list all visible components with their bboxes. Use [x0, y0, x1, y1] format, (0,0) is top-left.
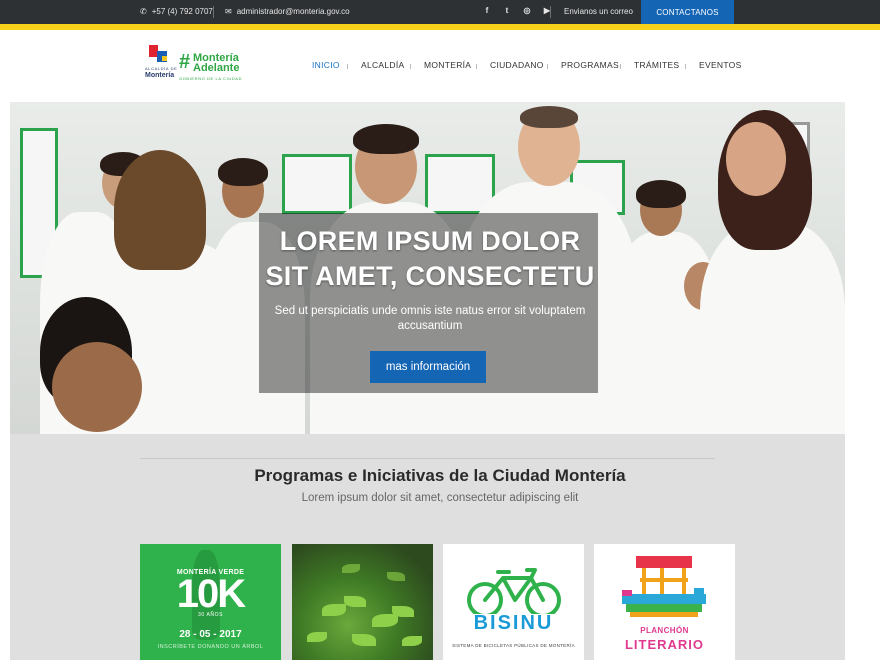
nav-divider	[410, 64, 411, 69]
logo-hashtag: #	[179, 51, 191, 73]
bisinu-title: BISINU	[473, 612, 554, 634]
accent-stripe	[0, 24, 880, 30]
sprout-icon	[322, 604, 346, 616]
program-card-planchon-literario[interactable]: PLANCHÓN LITERARIO	[594, 544, 735, 660]
nav-divider	[685, 64, 686, 69]
riverboat-icon	[622, 556, 706, 617]
alcaldia-emblem-icon	[149, 45, 171, 65]
nav-divider	[547, 64, 548, 69]
logo-gov: GOBIERNO DE LA CIUDAD	[179, 76, 243, 81]
planchon-line2: LITERARIO	[624, 637, 705, 652]
phone-number: +57 (4) 792 0707	[151, 7, 213, 16]
programs-subtitle: Lorem ipsum dolor sit amet, consectetur …	[301, 492, 579, 504]
contact-button[interactable]: CONTACTANOS	[641, 0, 734, 24]
planchon-line1: PLANCHÓN	[640, 626, 689, 635]
hero-subtitle: Sed ut perspiciatis unde omnis iste natu…	[274, 305, 586, 332]
nav-item-ciudadano[interactable]: CIUDADANO	[490, 60, 544, 70]
logo-line2: Adelante	[193, 62, 240, 74]
logo-small-text: ALCALDÍA DE	[145, 66, 178, 71]
nav-item-monteria[interactable]: MONTERÍA	[424, 60, 471, 70]
nav-item-alcaldia[interactable]: ALCALDÍA	[361, 60, 405, 70]
nav-item-tramites[interactable]: TRÁMITES	[634, 60, 679, 70]
section-divider	[140, 458, 715, 459]
top-bar: ✆ +57 (4) 792 0707 ✉ administrador@monte…	[0, 0, 880, 24]
card-footer: INSCRÍBETE DONANDO UN ÁRBOL	[157, 644, 264, 650]
mail-icon: ✉	[225, 7, 232, 16]
social-links: f t ◎ ▶	[482, 6, 552, 15]
send-email-label: Envianos un correo	[564, 7, 633, 16]
nav-divider	[620, 64, 621, 69]
hero-title: LOREM IPSUM DOLOR SIT AMET, CONSECTETU	[250, 224, 610, 294]
hero-title-line1: LOREM IPSUM DOLOR	[279, 226, 581, 256]
phone-icon: ✆	[140, 7, 147, 16]
divider	[213, 6, 214, 18]
card-big-text: 10K	[176, 572, 246, 616]
nav-divider	[347, 64, 348, 69]
nav-item-programas[interactable]: PROGRAMAS	[561, 60, 619, 70]
program-card-sprouts[interactable]	[292, 544, 433, 660]
programs-title: Programas e Iniciativas de la Ciudad Mon…	[254, 466, 626, 485]
program-card-bisinu[interactable]: BISINU SISTEMA DE BICICLETAS PÚBLICAS DE…	[443, 544, 584, 660]
card-sub: 30 AÑOS	[197, 612, 224, 618]
divider	[550, 6, 551, 18]
bisinu-desc: SISTEMA DE BICICLETAS PÚBLICAS DE MONTER…	[452, 643, 575, 648]
instagram-icon[interactable]: ◎	[522, 6, 532, 15]
card-date: 28 - 05 - 2017	[179, 629, 242, 640]
hero-title-line2: SIT AMET, CONSECTETU	[265, 261, 595, 291]
right-margin	[845, 102, 880, 660]
phone-info[interactable]: ✆ +57 (4) 792 0707	[140, 7, 213, 16]
nav-item-eventos[interactable]: EVENTOS	[699, 60, 742, 70]
send-email-link[interactable]: Envianos un correo	[564, 7, 633, 16]
site-logo[interactable]: ALCALDÍA DE Montería # Montería Adelante…	[145, 42, 245, 84]
more-info-button[interactable]: mas información	[370, 351, 486, 383]
bicycle-icon	[467, 568, 561, 614]
program-card-monteria-verde[interactable]: MONTERÍA VERDE 10K 30 AÑOS 28 - 05 - 201…	[140, 544, 281, 660]
logo-city: Montería	[145, 72, 175, 79]
facebook-icon[interactable]: f	[482, 6, 492, 15]
email-address: administrador@monteria.gov.co	[236, 7, 350, 16]
email-info[interactable]: ✉ administrador@monteria.gov.co	[225, 7, 350, 16]
nav-divider	[476, 64, 477, 69]
nav-item-inicio[interactable]: INICIO	[312, 60, 340, 70]
twitter-icon[interactable]: t	[502, 6, 512, 15]
